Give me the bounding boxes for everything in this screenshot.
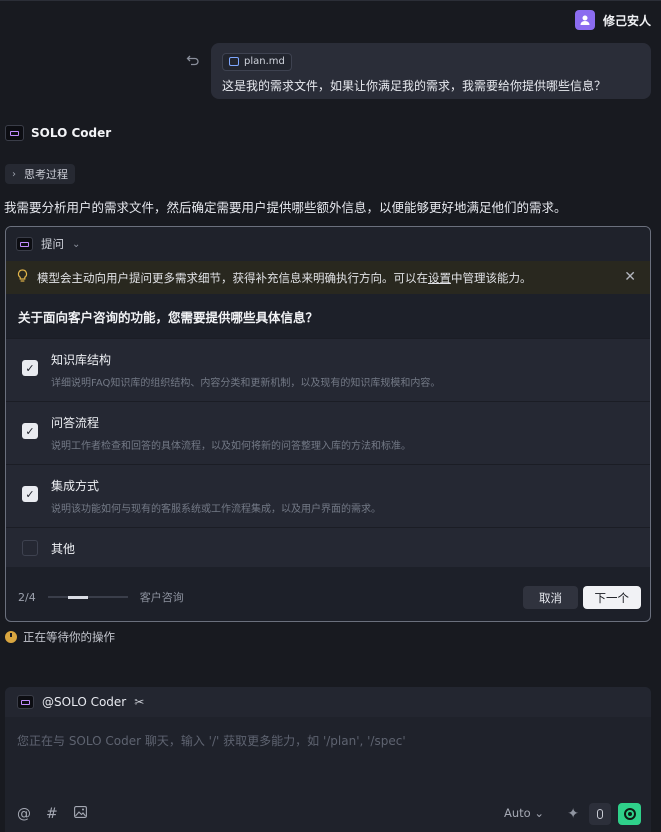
option-description: 说明工作者检查和回答的具体流程，以及如何将新的问答整理入库的方法和标准。 <box>51 441 411 452</box>
mention-icon[interactable]: @ <box>17 806 31 822</box>
checkbox-checked-icon[interactable]: ✓ <box>22 423 38 439</box>
file-icon <box>229 57 239 66</box>
collapse-icon[interactable]: ⌄ <box>72 239 80 250</box>
question-category: 客户咨询 <box>139 591 184 604</box>
agent-name: SOLO Coder <box>31 126 112 140</box>
checkbox-checked-icon[interactable]: ✓ <box>22 360 38 376</box>
option-title: 知识库结构 <box>51 353 112 367</box>
user-header: 修己安人 <box>574 10 651 30</box>
option-title: 其他 <box>51 542 76 556</box>
user-message-text: 这是我的需求文件，如果让你满足我的需求，我需要给你提供哪些信息？ <box>222 78 607 93</box>
question-card-footer: 2/4 客户咨询 取消 下一个 <box>6 573 650 621</box>
progress-fill <box>67 595 88 599</box>
next-button[interactable]: 下一个 <box>582 586 641 609</box>
chevron-down-icon: ⌄ <box>534 806 544 820</box>
option-other[interactable]: 其他 <box>6 527 650 567</box>
solo-coder-logo-icon <box>5 125 24 141</box>
solo-coder-logo-icon <box>16 237 33 251</box>
option-knowledge-base[interactable]: ✓ 知识库结构 详细说明FAQ知识库的组织结构、内容分类和更新机制，以及现有的知… <box>6 338 650 401</box>
model-selector[interactable]: Auto ⌄ <box>504 806 544 820</box>
agent-header: SOLO Coder <box>5 125 111 141</box>
question-card-title: 提问 <box>41 237 64 251</box>
progress-track <box>47 595 128 599</box>
user-avatar-icon <box>574 10 595 30</box>
solo-coder-logo-icon <box>17 695 34 709</box>
close-icon[interactable]: ✕ <box>624 269 636 285</box>
clock-icon <box>5 631 17 643</box>
chevron-right-icon: › <box>12 168 16 180</box>
agent-tag: @SOLO Coder <box>42 695 127 709</box>
microphone-icon <box>597 809 603 819</box>
option-qa-flow[interactable]: ✓ 问答流程 说明工作者检查和回答的具体流程，以及如何将新的问答整理入库的方法和… <box>6 401 650 464</box>
checkbox-unchecked-icon[interactable] <box>22 540 38 556</box>
tools-icon[interactable]: ✂ <box>134 695 144 709</box>
option-description: 详细说明FAQ知识库的组织结构、内容分类和更新机制，以及现有的知识库规模和内容。 <box>51 378 441 389</box>
top-divider <box>0 0 661 1</box>
option-description: 说明该功能如何与现有的客服系统或工作流程集成，以及用户界面的需求。 <box>51 504 381 515</box>
microphone-button[interactable] <box>589 803 611 825</box>
chat-input[interactable]: 您正在与 SOLO Coder 聊天，输入 '/' 获取更多能力，如 '/pla… <box>17 732 406 749</box>
question-card-header: 提问 ⌄ <box>6 227 650 261</box>
waiting-text: 正在等待你的操作 <box>23 630 115 644</box>
user-name: 修己安人 <box>602 13 651 28</box>
settings-link[interactable]: 设置 <box>428 271 451 285</box>
feature-notice: 模型会主动向用户提问更多需求细节，获得补充信息来明确执行方向。可以在设置中管理该… <box>6 261 650 294</box>
sparkle-icon[interactable]: ✦ <box>567 806 579 822</box>
page-indicator: 2/4 <box>18 590 36 604</box>
file-name: plan.md <box>244 56 285 67</box>
file-attachment-chip[interactable]: plan.md <box>222 52 292 71</box>
composer-header: @SOLO Coder ✂ <box>5 687 651 717</box>
hashtag-icon[interactable]: # <box>46 806 58 822</box>
waiting-status: 正在等待你的操作 <box>5 629 115 645</box>
composer-toolbar: @ # Auto ⌄ ✦ <box>5 796 651 832</box>
question-title: 关于面向客户咨询的功能，您需要提供哪些具体信息？ <box>6 294 650 338</box>
question-card: 提问 ⌄ 模型会主动向用户提问更多需求细节，获得补充信息来明确执行方向。可以在设… <box>5 226 651 622</box>
agent-reply-text: 我需要分析用户的需求文件，然后确定需要用户提供哪些额外信息，以便能够更好地满足他… <box>4 200 567 215</box>
thinking-process-toggle[interactable]: › 思考过程 <box>5 164 75 184</box>
option-integration[interactable]: ✓ 集成方式 说明该功能如何与现有的客服系统或工作流程集成，以及用户界面的需求。 <box>6 464 650 527</box>
user-message-bubble: plan.md 这是我的需求文件，如果让你满足我的需求，我需要给你提供哪些信息？ <box>211 43 651 99</box>
chat-composer: @SOLO Coder ✂ 您正在与 SOLO Coder 聊天，输入 '/' … <box>5 687 651 832</box>
notice-text: 模型会主动向用户提问更多需求细节，获得补充信息来明确执行方向。可以在设置中管理该… <box>37 270 532 285</box>
image-icon[interactable] <box>74 806 87 822</box>
option-title: 问答流程 <box>51 416 100 430</box>
option-title: 集成方式 <box>51 479 100 493</box>
undo-icon[interactable] <box>186 52 200 66</box>
cancel-button[interactable]: 取消 <box>523 586 578 609</box>
thinking-label: 思考过程 <box>24 168 68 181</box>
lightbulb-icon <box>17 269 28 286</box>
send-icon <box>623 808 636 820</box>
checkbox-checked-icon[interactable]: ✓ <box>22 486 38 502</box>
send-button[interactable] <box>618 803 641 825</box>
